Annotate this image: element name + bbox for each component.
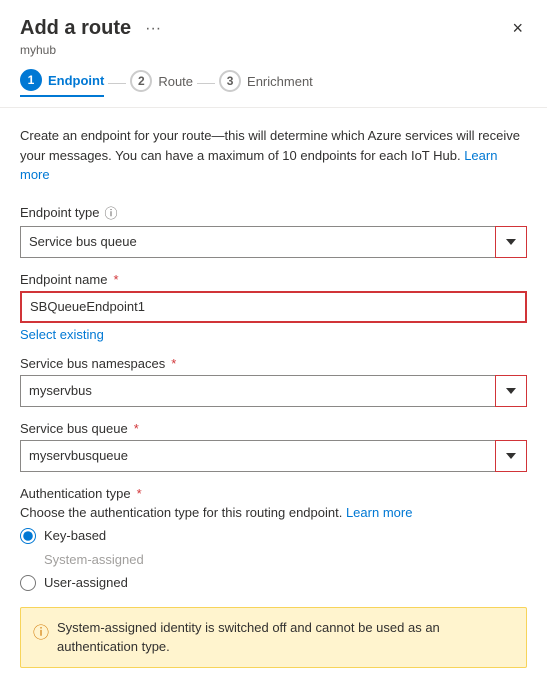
ellipsis-icon: ··· [145,20,161,38]
auth-type-radio-group: Key-based System-assigned User-assigned [20,528,527,591]
endpoint-name-label: Endpoint name * [20,272,527,287]
radio-user-assigned[interactable]: User-assigned [20,575,527,591]
radio-key-based-label: Key-based [44,528,106,543]
system-assigned-sublabel: System-assigned [44,552,527,567]
step-1-circle: 1 [20,69,42,91]
radio-key-based[interactable]: Key-based [20,528,527,544]
service-bus-queue-select-wrapper: myservbusqueue [20,440,527,472]
radio-user-assigned-input[interactable] [20,575,36,591]
step-2-label: Route [158,74,193,89]
step-3-circle: 3 [219,70,241,92]
step-2-circle: 2 [130,70,152,92]
learn-more-link-auth[interactable]: Learn more [346,505,412,520]
endpoint-type-group: Endpoint type ⓘ Service bus queueEvent H… [20,203,527,258]
service-bus-queue-select[interactable]: myservbusqueue [20,440,527,472]
service-bus-namespaces-required: * [171,356,176,371]
step-enrichment[interactable]: 3 Enrichment [219,70,313,96]
service-bus-namespaces-label: Service bus namespaces * [20,356,527,371]
description-text: Create an endpoint for your route—this w… [20,126,527,185]
endpoint-type-select[interactable]: Service bus queueEvent HubStorage contai… [20,226,527,258]
close-button[interactable]: × [508,16,527,41]
step-divider-1 [108,83,126,84]
auth-type-required: * [137,486,142,501]
select-existing-link[interactable]: Select existing [20,327,104,342]
service-bus-queue-label: Service bus queue * [20,421,527,436]
radio-key-based-input[interactable] [20,528,36,544]
endpoint-name-input[interactable] [20,291,527,323]
endpoint-type-label: Endpoint type ⓘ [20,203,527,222]
more-options-button[interactable]: ··· [141,18,165,40]
endpoint-type-select-wrapper: Service bus queueEvent HubStorage contai… [20,226,527,258]
step-3-label: Enrichment [247,74,313,89]
auth-type-description: Choose the authentication type for this … [20,505,527,520]
endpoint-type-info-icon: ⓘ [105,203,118,222]
close-icon: × [512,18,523,39]
warning-box: ⓘ System-assigned identity is switched o… [20,607,527,668]
authentication-type-group: Authentication type * Choose the authent… [20,486,527,591]
steps-navigation: 1 Endpoint 2 Route 3 Enrichment [20,69,527,97]
step-divider-2 [197,83,215,84]
service-bus-queue-group: Service bus queue * myservbusqueue [20,421,527,472]
panel-title: Add a route [20,17,131,40]
panel-header: Add a route ··· × myhub 1 Endpoint 2 Rou… [0,0,547,108]
authentication-type-label: Authentication type * [20,486,527,501]
service-bus-namespaces-select-wrapper: myservbus [20,375,527,407]
service-bus-queue-required: * [134,421,139,436]
step-1-label: Endpoint [48,73,104,88]
service-bus-namespaces-group: Service bus namespaces * myservbus [20,356,527,407]
panel-body: Create an endpoint for your route—this w… [0,108,547,688]
endpoint-name-required: * [113,272,118,287]
radio-user-assigned-label: User-assigned [44,575,128,590]
panel-subtitle: myhub [20,43,527,57]
step-route[interactable]: 2 Route [130,70,193,96]
step-endpoint[interactable]: 1 Endpoint [20,69,104,97]
warning-icon: ⓘ [33,619,49,643]
warning-text: System-assigned identity is switched off… [57,618,514,657]
add-route-panel: Add a route ··· × myhub 1 Endpoint 2 Rou… [0,0,547,688]
service-bus-namespaces-select[interactable]: myservbus [20,375,527,407]
endpoint-name-group: Endpoint name * Select existing [20,272,527,342]
